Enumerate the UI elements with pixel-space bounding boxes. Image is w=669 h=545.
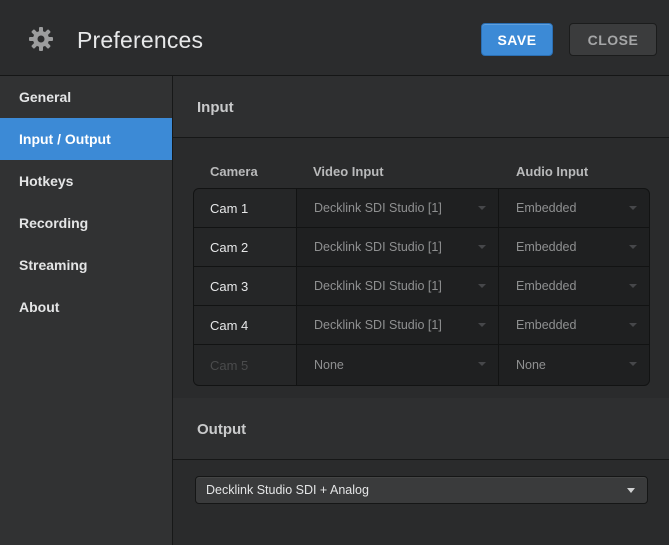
audio-input-select[interactable]: Embedded (499, 267, 649, 305)
video-input-select[interactable]: Decklink SDI Studio [1] (297, 267, 499, 305)
chevron-down-icon (629, 323, 637, 327)
chevron-down-icon (478, 362, 486, 366)
video-input-select[interactable]: None (297, 345, 499, 385)
video-input-value: Decklink SDI Studio [1] (314, 240, 442, 254)
table-row: Cam 5 None None (194, 345, 649, 385)
camera-label: Cam 2 (194, 228, 297, 266)
table-row: Cam 1 Decklink SDI Studio [1] Embedded (194, 189, 649, 228)
preferences-window: Preferences SAVE CLOSE General Input / O… (0, 0, 669, 545)
table-row: Cam 2 Decklink SDI Studio [1] Embedded (194, 228, 649, 267)
window-title: Preferences (77, 27, 204, 53)
camera-label: Cam 3 (194, 267, 297, 305)
video-input-value: Decklink SDI Studio [1] (314, 201, 442, 215)
chevron-down-icon (478, 284, 486, 288)
audio-input-value: Embedded (516, 201, 577, 215)
chevron-down-icon (478, 245, 486, 249)
input-section-header: Input (173, 76, 669, 138)
chevron-down-icon (629, 206, 637, 210)
input-section-title: Input (197, 99, 234, 116)
audio-input-value: Embedded (516, 240, 577, 254)
camera-label: Cam 1 (194, 189, 297, 227)
video-input-value: None (314, 358, 344, 372)
video-input-select[interactable]: Decklink SDI Studio [1] (297, 228, 499, 266)
main-panel: Input Camera Video Input Audio Input Cam… (173, 76, 669, 545)
video-input-select[interactable]: Decklink SDI Studio [1] (297, 306, 499, 344)
column-header-video-input: Video Input (313, 164, 384, 179)
chevron-down-icon (629, 362, 637, 366)
sidebar-item-input-output[interactable]: Input / Output (0, 118, 172, 160)
audio-input-value: Embedded (516, 318, 577, 332)
sidebar-item-about[interactable]: About (0, 286, 172, 328)
output-section-header: Output (173, 398, 669, 460)
camera-label: Cam 4 (194, 306, 297, 344)
audio-input-select[interactable]: None (499, 345, 649, 385)
header-bar: Preferences SAVE CLOSE (0, 0, 669, 76)
video-input-select[interactable]: Decklink SDI Studio [1] (297, 189, 499, 227)
table-row: Cam 4 Decklink SDI Studio [1] Embedded (194, 306, 649, 345)
input-table: Cam 1 Decklink SDI Studio [1] Embedded C… (193, 188, 650, 386)
video-input-value: Decklink SDI Studio [1] (314, 318, 442, 332)
chevron-down-icon (478, 206, 486, 210)
audio-input-select[interactable]: Embedded (499, 189, 649, 227)
chevron-down-icon (627, 488, 635, 493)
sidebar-item-streaming[interactable]: Streaming (0, 244, 172, 286)
table-row: Cam 3 Decklink SDI Studio [1] Embedded (194, 267, 649, 306)
output-section-title: Output (197, 421, 247, 438)
audio-input-select[interactable]: Embedded (499, 228, 649, 266)
output-device-value: Decklink Studio SDI + Analog (206, 483, 369, 497)
audio-input-value: None (516, 358, 546, 372)
video-input-value: Decklink SDI Studio [1] (314, 279, 442, 293)
sidebar-item-hotkeys[interactable]: Hotkeys (0, 160, 172, 202)
output-device-select[interactable]: Decklink Studio SDI + Analog (195, 476, 648, 504)
close-button[interactable]: CLOSE (569, 23, 657, 56)
camera-label: Cam 5 (194, 345, 297, 385)
chevron-down-icon (478, 323, 486, 327)
save-button[interactable]: SAVE (481, 23, 553, 56)
chevron-down-icon (629, 245, 637, 249)
audio-input-select[interactable]: Embedded (499, 306, 649, 344)
audio-input-value: Embedded (516, 279, 577, 293)
sidebar-item-recording[interactable]: Recording (0, 202, 172, 244)
chevron-down-icon (629, 284, 637, 288)
column-header-audio-input: Audio Input (516, 164, 589, 179)
gear-icon (28, 26, 54, 52)
sidebar: General Input / Output Hotkeys Recording… (0, 76, 173, 545)
sidebar-item-general[interactable]: General (0, 76, 172, 118)
column-header-camera: Camera (210, 164, 258, 179)
